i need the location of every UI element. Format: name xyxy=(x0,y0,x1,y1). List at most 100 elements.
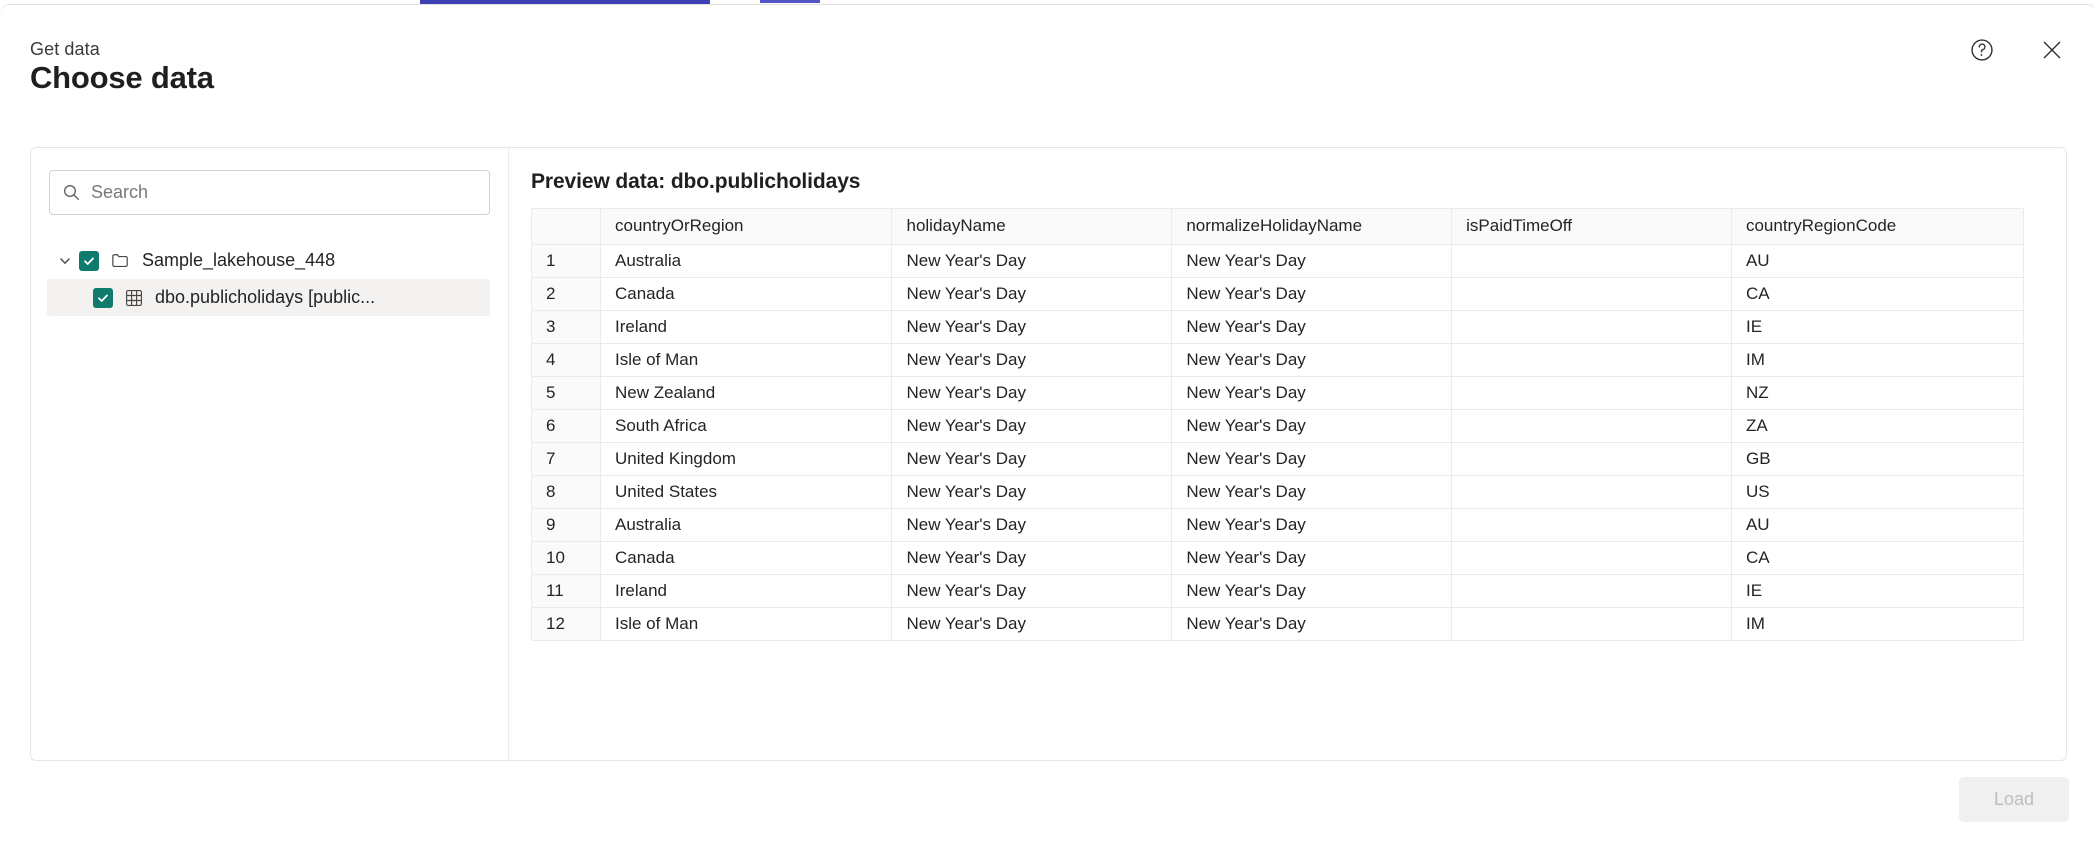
cell-countryOrRegion: Australia xyxy=(600,508,893,542)
tree-item-table[interactable]: dbo.publicholidays [public... xyxy=(47,279,490,316)
table-row[interactable]: 5 New Zealand New Year's Day New Year's … xyxy=(532,376,2023,410)
dialog-eyebrow: Get data xyxy=(30,39,100,59)
table-row[interactable]: 11 Ireland New Year's Day New Year's Day… xyxy=(532,574,2023,608)
background-blue-fragment-2 xyxy=(760,0,820,3)
cell-countryOrRegion: Isle of Man xyxy=(600,607,893,640)
tree-item-lakehouse[interactable]: Sample_lakehouse_448 xyxy=(49,242,490,279)
table-row[interactable]: 3 Ireland New Year's Day New Year's Day … xyxy=(532,310,2023,344)
row-number: 11 xyxy=(532,574,601,608)
checkbox-table[interactable] xyxy=(93,287,113,308)
cell-normalizeHolidayName: New Year's Day xyxy=(1171,574,1453,608)
table-grid-icon xyxy=(124,288,144,308)
close-button[interactable] xyxy=(2031,29,2073,71)
data-source-tree: Sample_lakehouse_448 dbo.publicholidays … xyxy=(47,242,490,316)
cell-normalizeHolidayName: New Year's Day xyxy=(1171,343,1453,377)
row-number: 8 xyxy=(532,475,601,509)
cell-countryRegionCode: IM xyxy=(1745,613,1765,633)
cell-isPaidTimeOff xyxy=(1451,607,1732,640)
column-header-countryOrRegion[interactable]: countryOrRegion xyxy=(600,209,893,245)
cell-isPaidTimeOff xyxy=(1451,574,1732,608)
close-icon xyxy=(2039,37,2065,63)
cell-holidayName: New Year's Day xyxy=(891,409,1173,443)
column-header-isPaidTimeOff[interactable]: isPaidTimeOff xyxy=(1451,209,1732,245)
cell-holidayName: New Year's Day xyxy=(891,277,1173,311)
preview-grid-container: countryOrRegion holidayName normalizeHol… xyxy=(531,208,2024,641)
table-row[interactable]: 8 United States New Year's Day New Year'… xyxy=(532,475,2023,509)
cell-countryOrRegion: United Kingdom xyxy=(600,442,893,476)
table-row[interactable]: 12 Isle of Man New Year's Day New Year's… xyxy=(532,607,2023,640)
row-number: 6 xyxy=(532,409,601,443)
cell-countryOrRegion: Isle of Man xyxy=(600,343,893,377)
cell-countryOrRegion: Ireland xyxy=(600,310,893,344)
cell-countryOrRegion: Australia xyxy=(600,244,893,278)
table-row[interactable]: 7 United Kingdom New Year's Day New Year… xyxy=(532,442,2023,476)
cell-countryOrRegion: Canada xyxy=(600,277,893,311)
cell-countryOrRegion: South Africa xyxy=(600,409,893,443)
cell-countryRegionCode: ZA xyxy=(1731,409,2023,443)
cell-normalizeHolidayName: New Year's Day xyxy=(1171,508,1453,542)
row-number: 3 xyxy=(532,310,601,344)
cell-isPaidTimeOff xyxy=(1451,442,1732,476)
preview-table: countryOrRegion holidayName normalizeHol… xyxy=(532,209,2023,640)
header-actions xyxy=(1961,29,2073,71)
row-number: 2 xyxy=(532,277,601,311)
cell-holidayName: New Year's Day xyxy=(891,574,1173,608)
folder-icon xyxy=(110,250,131,271)
cell-countryRegionCode: CA xyxy=(1731,541,2023,575)
cell-countryRegionCode: IE xyxy=(1731,574,2023,608)
cell-holidayName: New Year's Day xyxy=(891,244,1173,278)
cell-countryOrRegion: New Zealand xyxy=(600,376,893,410)
preview-panel: Preview data: dbo.publicholidays country… xyxy=(509,148,2066,760)
cell-isPaidTimeOff xyxy=(1451,277,1732,311)
column-header-holidayName[interactable]: holidayName xyxy=(891,209,1173,245)
cell-normalizeHolidayName: New Year's Day xyxy=(1171,376,1453,410)
cell-normalizeHolidayName: New Year's Day xyxy=(1171,409,1453,443)
row-number: 1 xyxy=(532,244,601,278)
cell-normalizeHolidayName: New Year's Day xyxy=(1171,277,1453,311)
chevron-down-icon[interactable] xyxy=(51,253,79,269)
search-icon xyxy=(62,183,81,202)
page-title: Choose data xyxy=(30,60,214,95)
search-box[interactable] xyxy=(49,170,490,215)
help-button[interactable] xyxy=(1961,29,2003,71)
row-number: 10 xyxy=(532,541,601,575)
cell-isPaidTimeOff xyxy=(1451,244,1732,278)
table-row[interactable]: 9 Australia New Year's Day New Year's Da… xyxy=(532,508,2023,542)
column-header-rownum xyxy=(532,209,601,245)
table-row[interactable]: 4 Isle of Man New Year's Day New Year's … xyxy=(532,343,2023,377)
table-row[interactable]: 6 South Africa New Year's Day New Year's… xyxy=(532,409,2023,443)
cell-countryRegionCode: AU xyxy=(1731,508,2023,542)
tree-item-label-lakehouse: Sample_lakehouse_448 xyxy=(142,250,336,270)
cell-holidayName: New Year's Day xyxy=(891,310,1173,344)
cell-isPaidTimeOff xyxy=(1451,409,1732,443)
cell-countryOrRegion: United States xyxy=(600,475,893,509)
search-input[interactable] xyxy=(91,182,477,203)
row-number: 9 xyxy=(532,508,601,542)
cell-countryRegionCode: AU xyxy=(1731,244,2023,278)
cell-isPaidTimeOff xyxy=(1451,343,1732,377)
row-number: 12 xyxy=(532,607,601,640)
column-header-normalizeHolidayName[interactable]: normalizeHolidayName xyxy=(1171,209,1453,245)
table-row[interactable]: 2 Canada New Year's Day New Year's Day C… xyxy=(532,277,2023,311)
checkbox-lakehouse[interactable] xyxy=(79,250,99,271)
cell-holidayName: New Year's Day xyxy=(891,376,1173,410)
cell-countryOrRegion: Canada xyxy=(600,541,893,575)
cell-isPaidTimeOff xyxy=(1451,541,1732,575)
cell-holidayName: New Year's Day xyxy=(891,442,1173,476)
cell-countryRegionCode: CA xyxy=(1731,277,2023,311)
cell-normalizeHolidayName: New Year's Day xyxy=(1171,310,1453,344)
load-button[interactable]: Load xyxy=(1959,777,2069,822)
cell-countryRegionCode: NZ xyxy=(1731,376,2023,410)
table-row[interactable]: 1 Australia New Year's Day New Year's Da… xyxy=(532,244,2023,278)
cell-holidayName: New Year's Day xyxy=(891,541,1173,575)
tree-item-label-table: dbo.publicholidays [public... xyxy=(155,287,376,307)
preview-title: Preview data: dbo.publicholidays xyxy=(531,170,861,193)
cell-holidayName: New Year's Day xyxy=(891,343,1173,377)
cell-isPaidTimeOff xyxy=(1451,475,1732,509)
source-tree-panel: Sample_lakehouse_448 dbo.publi xyxy=(31,148,509,760)
cell-countryRegionCode: IM xyxy=(1731,343,2023,377)
column-header-countryRegionCode[interactable]: countryRegionCode xyxy=(1731,209,2023,245)
table-row[interactable]: 10 Canada New Year's Day New Year's Day … xyxy=(532,541,2023,575)
row-number: 4 xyxy=(532,343,601,377)
cell-countryRegionCode: IE xyxy=(1731,310,2023,344)
